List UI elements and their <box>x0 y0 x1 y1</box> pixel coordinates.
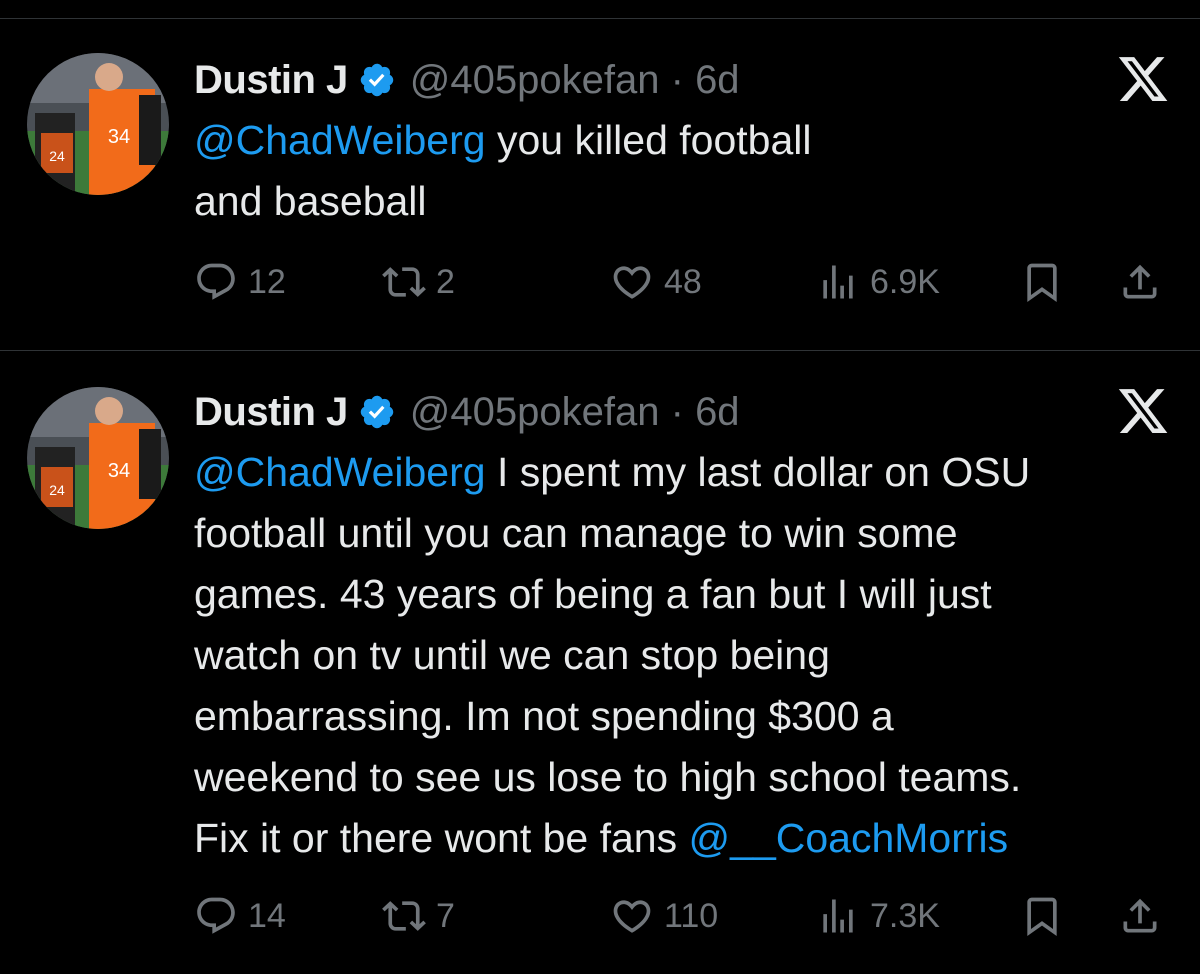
bookmark-button[interactable] <box>1020 894 1064 938</box>
mention-link[interactable]: @ChadWeiberg <box>194 117 486 163</box>
reply-button[interactable]: 12 <box>194 260 286 304</box>
x-logo-icon <box>1116 52 1170 106</box>
tweet-actions: 14 7 110 7.3K <box>0 894 1200 942</box>
bookmark-icon <box>1027 897 1057 937</box>
tweet-header: Dustin J @405pokefan · 6d <box>194 50 1170 110</box>
like-button[interactable]: 110 <box>610 894 718 938</box>
x-logo-icon <box>1116 384 1170 438</box>
svg-text:34: 34 <box>108 460 130 482</box>
verified-badge-icon <box>358 393 396 431</box>
mention-link[interactable]: @ChadWeiberg <box>194 449 486 495</box>
like-button[interactable]: 48 <box>610 260 702 304</box>
retweet-button[interactable]: 2 <box>382 260 455 304</box>
svg-text:24: 24 <box>49 482 65 498</box>
retweet-icon <box>382 267 426 297</box>
retweet-icon <box>382 901 426 931</box>
bookmark-button[interactable] <box>1020 260 1064 304</box>
avatar[interactable]: 24 34 <box>27 387 169 529</box>
share-icon <box>1123 264 1157 299</box>
tweet-header: Dustin J @405pokefan · 6d <box>194 382 1170 442</box>
top-divider <box>0 18 1200 19</box>
like-count: 48 <box>664 262 702 301</box>
share-icon <box>1123 898 1157 933</box>
retweet-count: 7 <box>436 896 455 935</box>
like-count: 110 <box>664 896 719 935</box>
views-button[interactable]: 6.9K <box>816 260 940 304</box>
views-button[interactable]: 7.3K <box>816 894 940 938</box>
verified-badge-icon <box>358 61 396 99</box>
tweet-text: @ChadWeiberg I spent my last dollar on O… <box>194 449 1031 861</box>
views-count: 7.3K <box>870 896 940 935</box>
tweet-text: @ChadWeiberg you killed football and bas… <box>194 117 812 224</box>
reply-icon <box>197 263 235 300</box>
bookmark-icon <box>1027 263 1057 303</box>
share-button[interactable] <box>1118 894 1162 938</box>
svg-text:34: 34 <box>108 126 130 148</box>
heart-icon <box>613 266 651 299</box>
display-name[interactable]: Dustin J <box>194 390 348 435</box>
handle[interactable]: @405pokefan · 6d <box>410 390 740 435</box>
tweet-divider <box>0 350 1200 351</box>
views-icon <box>823 899 853 933</box>
display-name[interactable]: Dustin J <box>194 58 348 103</box>
avatar[interactable]: 24 34 <box>27 53 169 195</box>
share-button[interactable] <box>1118 260 1162 304</box>
mention-link[interactable]: @__CoachMorris <box>689 815 1009 861</box>
heart-icon <box>613 900 651 933</box>
retweet-button[interactable]: 7 <box>382 894 455 938</box>
tweet-content: Dustin J @405pokefan · 6d @ChadWeiberg I… <box>194 382 1170 869</box>
tweet-content: Dustin J @405pokefan · 6d @ChadWeiberg y… <box>194 50 1170 232</box>
reply-button[interactable]: 14 <box>194 894 286 938</box>
handle[interactable]: @405pokefan · 6d <box>410 58 740 103</box>
reply-icon <box>197 897 235 934</box>
svg-text:24: 24 <box>49 148 65 164</box>
reply-count: 14 <box>248 896 286 935</box>
tweet-actions: 12 2 48 6.9K <box>0 260 1200 308</box>
reply-count: 12 <box>248 262 286 301</box>
retweet-count: 2 <box>436 262 455 301</box>
views-icon <box>823 265 853 299</box>
views-count: 6.9K <box>870 262 940 301</box>
